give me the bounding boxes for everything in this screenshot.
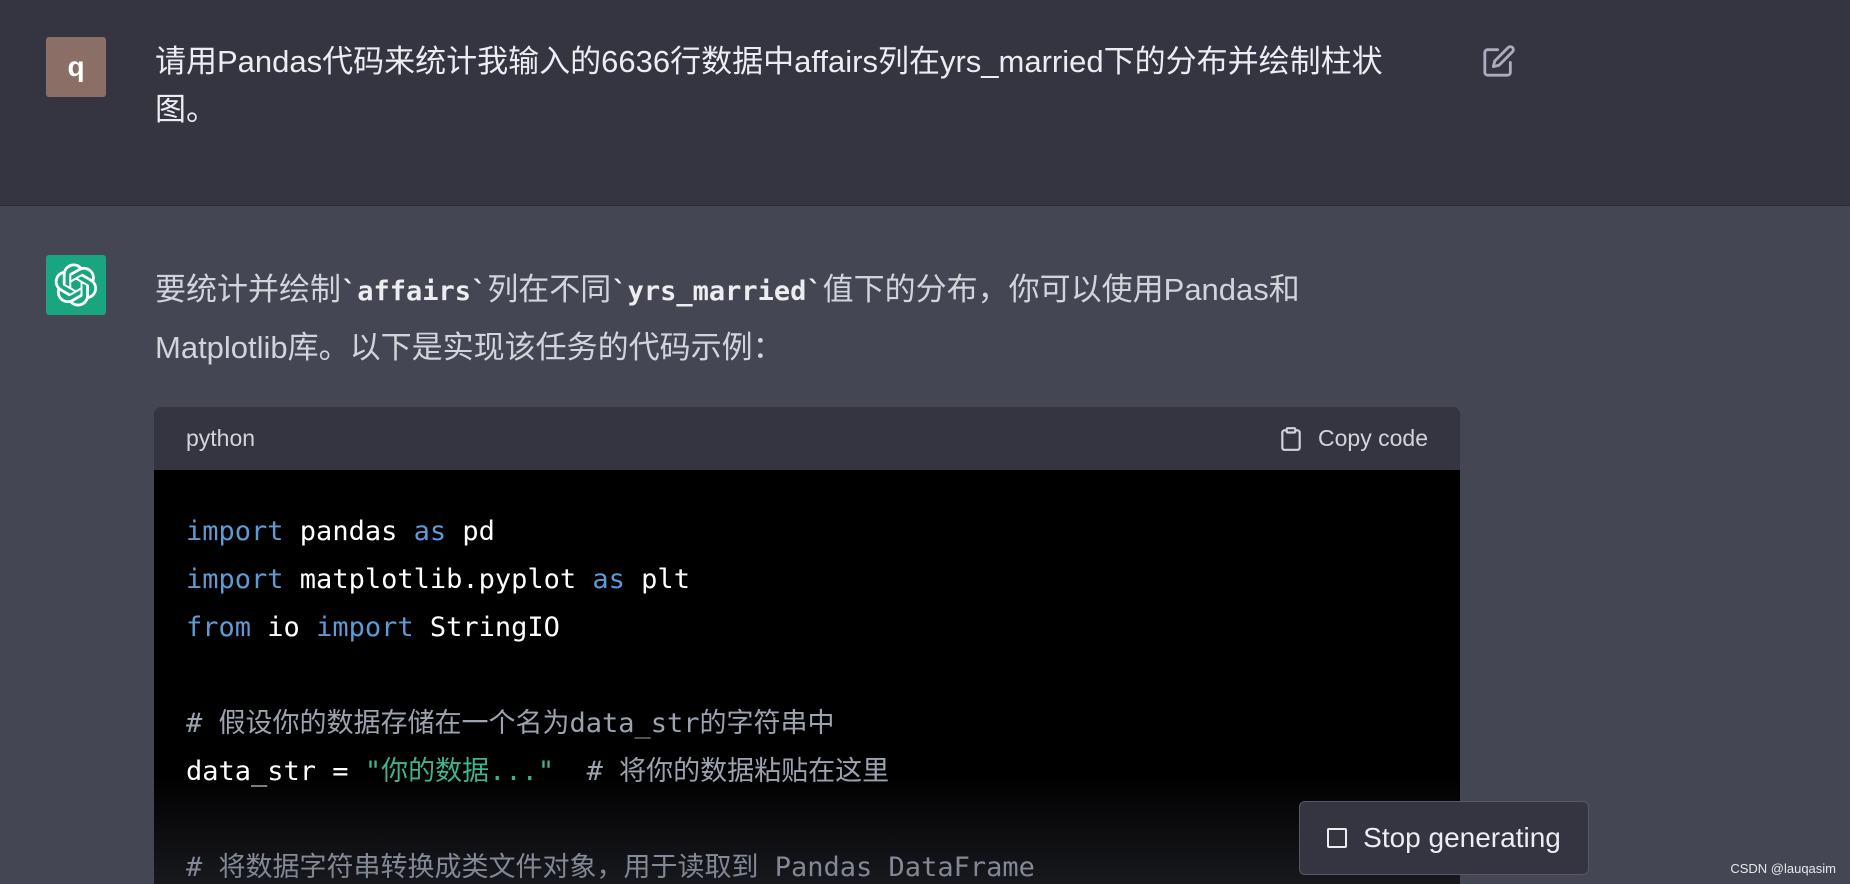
code-text: pd — [446, 516, 495, 547]
intro-text-part2: 列在不同 — [487, 272, 612, 307]
inline-code-yrs-married: `yrs_married` — [611, 276, 823, 307]
code-comment: # 将数据字符串转换成类文件对象，用于读取到 Pandas DataFrame — [186, 852, 1035, 883]
code-line: import matplotlib.pyplot as plt — [186, 556, 1428, 604]
code-language-label: python — [186, 425, 256, 451]
code-text: matplotlib.pyplot — [283, 564, 593, 595]
code-line: # 假设你的数据存储在一个名为data_str的字符串中 — [186, 700, 1428, 748]
stop-icon — [1327, 828, 1348, 848]
assistant-intro-text: 要统计并绘制`affairs`列在不同`yrs_married`值下的分布，你可… — [155, 262, 1395, 376]
code-text: pandas — [283, 516, 414, 547]
watermark: CSDN @lauqasim — [1730, 861, 1836, 876]
code-text: plt — [624, 564, 690, 595]
code-line: import pandas as pd — [186, 508, 1428, 556]
chatgpt-avatar — [46, 255, 106, 315]
user-message: q 请用Pandas代码来统计我输入的6636行数据中affairs列在yrs_… — [0, 0, 1850, 206]
intro-text-part1: 要统计并绘制 — [155, 272, 341, 307]
inline-code-affairs: `affairs` — [341, 276, 488, 307]
code-text: StringIO — [413, 612, 560, 643]
code-keyword: as — [413, 516, 447, 547]
code-keyword: as — [592, 564, 625, 595]
assistant-message: 要统计并绘制`affairs`列在不同`yrs_married`值下的分布，你可… — [0, 206, 1850, 884]
code-comment: # 假设你的数据存储在一个名为data_str的字符串中 — [186, 708, 835, 739]
code-line: data_str = "你的数据..." # 将你的数据粘贴在这里 — [186, 748, 1428, 796]
code-line: # 将数据字符串转换成类文件对象，用于读取到 Pandas DataFrame — [186, 844, 1428, 884]
code-comment: # 将你的数据粘贴在这里 — [554, 756, 890, 787]
user-avatar: q — [46, 37, 106, 97]
code-line: from io import StringIO — [186, 604, 1428, 652]
code-string: "你的数据..." — [364, 756, 555, 787]
code-keyword: import — [186, 516, 284, 547]
stop-generating-label: Stop generating — [1363, 822, 1561, 853]
code-text: io — [251, 612, 317, 643]
code-block-header: python Copy code — [154, 407, 1460, 470]
edit-button[interactable] — [1482, 44, 1516, 78]
code-block: python Copy code import pandas as pd impo… — [154, 407, 1460, 884]
code-keyword: from — [186, 612, 252, 643]
stop-generating-button[interactable]: Stop generating — [1299, 801, 1589, 875]
user-message-text: 请用Pandas代码来统计我输入的6636行数据中affairs列在yrs_ma… — [155, 44, 1383, 127]
copy-code-button[interactable]: Copy code — [1278, 424, 1428, 454]
user-avatar-letter: q — [67, 51, 85, 82]
code-text: data_str = — [186, 756, 365, 787]
edit-icon — [1483, 45, 1515, 77]
openai-logo-icon — [54, 263, 98, 307]
code-content: import pandas as pd import matplotlib.pyp… — [154, 470, 1460, 884]
copy-code-label: Copy code — [1318, 425, 1428, 451]
clipboard-icon — [1281, 426, 1301, 451]
code-keyword: import — [316, 612, 414, 643]
code-keyword: import — [186, 564, 284, 595]
